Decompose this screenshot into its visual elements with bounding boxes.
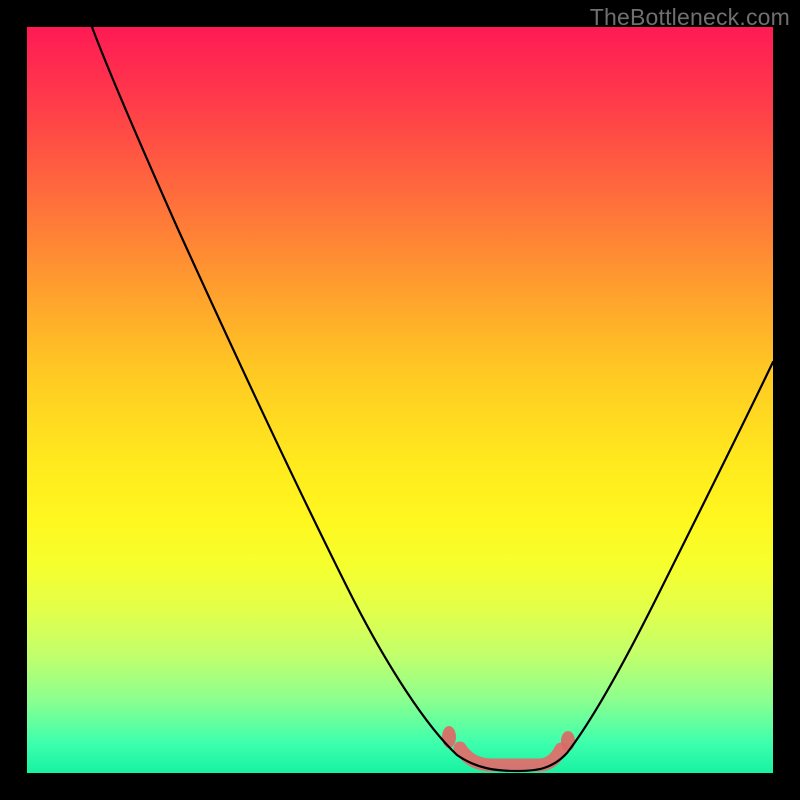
chart-outer-frame: TheBottleneck.com [0,0,800,800]
chart-plot-area [27,27,773,773]
chart-svg [27,27,773,773]
minimum-highlight-marker [460,748,561,765]
bottleneck-curve [92,27,773,771]
minimum-left-nub-icon [442,726,456,748]
minimum-right-nub-icon [561,731,575,751]
watermark-text: TheBottleneck.com [590,4,790,31]
